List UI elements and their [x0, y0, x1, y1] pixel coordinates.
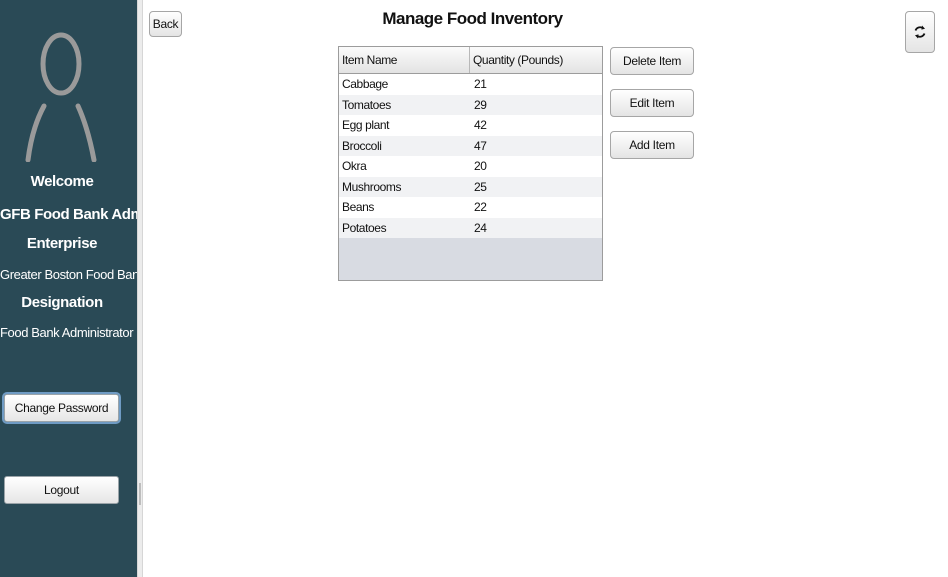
cell-item-name: Potatoes	[342, 220, 387, 235]
divider-grip[interactable]	[139, 483, 141, 505]
column-header-quantity[interactable]: Quantity (Pounds)	[470, 47, 602, 73]
back-button[interactable]: Back	[149, 11, 182, 37]
app-window: Welcome GFB Food Bank Admin Enterprise G…	[0, 0, 948, 577]
delete-item-button[interactable]: Delete Item	[610, 47, 694, 75]
user-name: GFB Food Bank Admin	[0, 206, 157, 223]
cell-quantity: 42	[474, 118, 487, 133]
cell-quantity: 47	[474, 138, 487, 153]
inventory-table[interactable]: Item Name Quantity (Pounds) Cabbage 21 To…	[338, 46, 603, 281]
table-header: Item Name Quantity (Pounds)	[339, 47, 602, 74]
cell-quantity: 21	[474, 77, 487, 92]
cell-item-name: Beans	[342, 200, 375, 215]
table-body: Cabbage 21 Tomatoes 29 Egg plant 42 Broccol…	[339, 74, 602, 238]
cell-item-name: Okra	[342, 159, 367, 174]
table-row[interactable]: Mushrooms 25	[339, 176, 602, 197]
cell-item-name: Tomatoes	[342, 97, 391, 112]
page-title: Manage Food Inventory	[382, 9, 563, 28]
column-header-item-name[interactable]: Item Name	[339, 47, 470, 73]
cell-item-name: Egg plant	[342, 118, 390, 133]
refresh-button[interactable]	[905, 11, 935, 53]
enterprise-label: Enterprise	[26, 235, 98, 252]
cell-quantity: 25	[474, 179, 487, 194]
table-row[interactable]: Broccoli 47	[339, 135, 602, 156]
user-sidebar: Welcome GFB Food Bank Admin Enterprise G…	[0, 0, 157, 577]
refresh-icon	[914, 25, 926, 39]
logout-button[interactable]: Logout	[4, 476, 119, 504]
table-row[interactable]: Egg plant 42	[339, 115, 602, 136]
cell-quantity: 20	[474, 159, 487, 174]
edit-item-button[interactable]: Edit Item	[610, 89, 694, 117]
cell-quantity: 24	[474, 220, 487, 235]
cell-item-name: Mushrooms	[342, 179, 402, 194]
designation-value: Food Bank Administrator	[0, 325, 134, 340]
user-avatar-icon	[25, 32, 97, 162]
table-row[interactable]: Beans 22	[339, 197, 602, 218]
table-row[interactable]: Okra 20	[339, 156, 602, 177]
designation-label: Designation	[21, 294, 103, 311]
welcome-heading: Welcome	[30, 173, 94, 190]
change-password-button[interactable]: Change Password	[4, 394, 119, 422]
table-row[interactable]: Tomatoes 29	[339, 94, 602, 115]
table-row[interactable]: Potatoes 24	[339, 217, 602, 238]
cell-quantity: 29	[474, 97, 487, 112]
cell-quantity: 22	[474, 200, 487, 215]
cell-item-name: Broccoli	[342, 138, 382, 153]
enterprise-value: Greater Boston Food Bank	[0, 267, 146, 282]
table-row[interactable]: Cabbage 21	[339, 74, 602, 95]
cell-item-name: Cabbage	[342, 77, 388, 92]
add-item-button[interactable]: Add Item	[610, 131, 694, 159]
